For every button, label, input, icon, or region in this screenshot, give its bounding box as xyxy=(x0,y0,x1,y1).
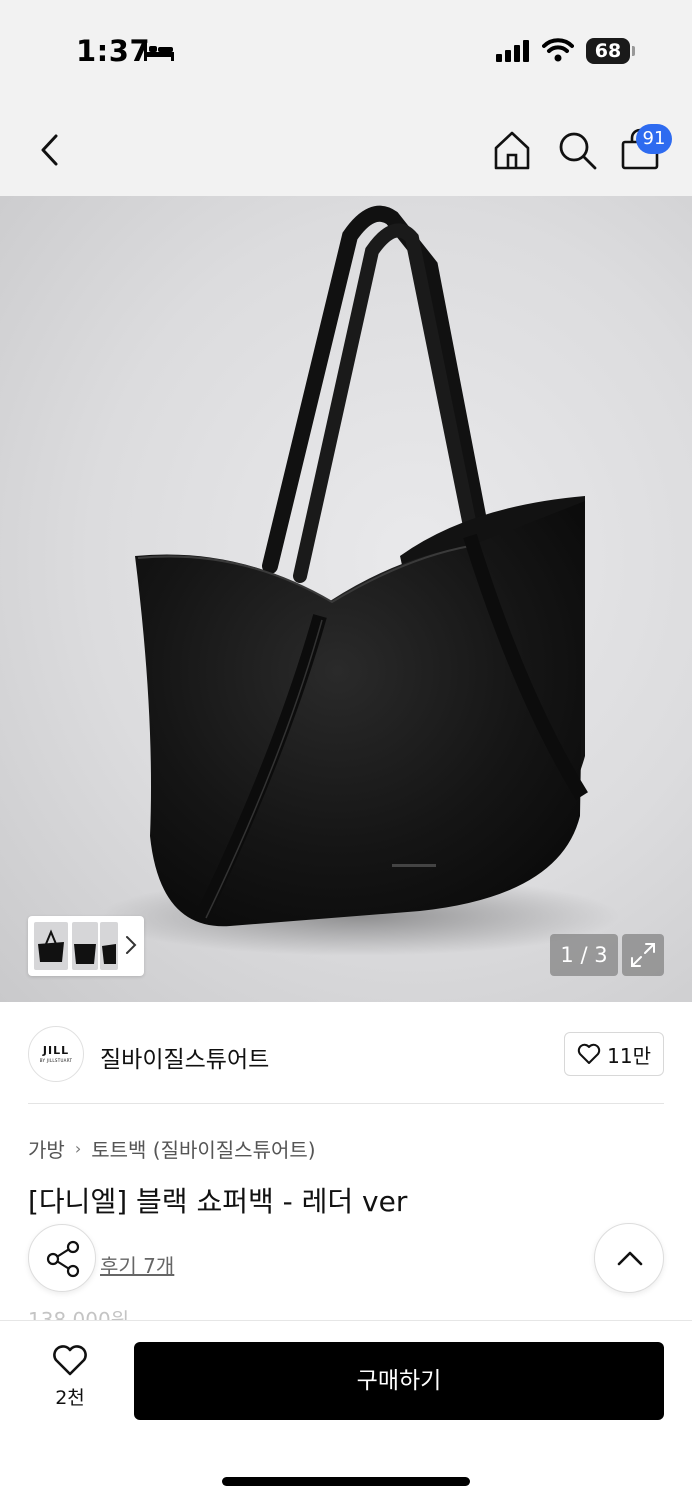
heart-icon xyxy=(53,1345,87,1376)
breadcrumb-subcategory[interactable]: 토트백 (질바이질스튜어트) xyxy=(91,1134,315,1163)
share-icon xyxy=(46,1240,80,1278)
battery-icon: 68 xyxy=(586,38,630,64)
brand-like-count: 11만 xyxy=(607,1043,651,1068)
tote-bag-illustration xyxy=(100,205,620,956)
chevron-right-icon xyxy=(124,934,138,960)
thumbnail-3[interactable] xyxy=(100,922,118,970)
breadcrumb-category[interactable]: 가방 xyxy=(28,1134,65,1163)
product-image[interactable]: 1 / 3 xyxy=(0,196,692,1002)
chevron-left-icon xyxy=(41,134,58,166)
review-link[interactable]: 후기 7개 xyxy=(100,1250,174,1279)
wifi-icon xyxy=(542,38,574,66)
breadcrumb: 가방 › 토트백 (질바이질스튜어트) xyxy=(28,1134,316,1163)
product-title: [다니엘] 블랙 쇼퍼백 - 레더 ver xyxy=(28,1185,408,1218)
buy-button[interactable]: 구매하기 xyxy=(134,1342,664,1420)
status-bar: 1:37 68 xyxy=(0,0,692,100)
thumbnail-strip[interactable] xyxy=(28,916,144,976)
home-indicator xyxy=(222,1477,470,1486)
wishlist-count: 2천 xyxy=(55,1387,85,1409)
brand-like-button[interactable]: 11만 xyxy=(564,1032,664,1076)
image-page-indicator: 1 / 3 xyxy=(550,934,618,976)
scroll-to-top-button[interactable] xyxy=(594,1223,664,1293)
share-button[interactable] xyxy=(28,1224,96,1292)
brand-logo[interactable]: JILL BY JILLSTUART xyxy=(28,1026,84,1082)
brand-name[interactable]: 질바이질스튜어트 xyxy=(100,1040,269,1074)
heart-icon xyxy=(577,1043,601,1064)
chevron-up-icon xyxy=(617,1251,643,1266)
home-icon xyxy=(494,131,530,170)
nav-bar xyxy=(0,100,692,196)
brand-logo-subtext: BY JILLSTUART xyxy=(39,1058,73,1063)
product-price: 138,000원 xyxy=(28,1310,129,1320)
status-time: 1:37 xyxy=(76,34,151,68)
expand-image-button[interactable] xyxy=(622,934,664,976)
expand-icon xyxy=(631,943,655,967)
back-button[interactable] xyxy=(30,130,70,170)
brand-logo-text: JILL xyxy=(42,1044,70,1057)
cart-count-badge: 91 xyxy=(636,124,672,154)
brand-row: JILL BY JILLSTUART 질바이질스튜어트 11만 xyxy=(28,1022,664,1104)
cellular-signal-icon xyxy=(496,40,530,66)
thumbnail-2[interactable] xyxy=(72,922,98,970)
chevron-right-icon: › xyxy=(74,1139,82,1158)
wishlist-button[interactable]: 2천 xyxy=(36,1345,104,1415)
battery-tip xyxy=(632,46,635,56)
home-button[interactable] xyxy=(490,128,534,172)
bed-icon xyxy=(143,40,175,66)
thumbnail-1[interactable] xyxy=(34,922,68,970)
bottom-action-bar: 2천 구매하기 xyxy=(0,1320,692,1500)
search-icon xyxy=(559,132,597,170)
search-button[interactable] xyxy=(555,128,599,172)
